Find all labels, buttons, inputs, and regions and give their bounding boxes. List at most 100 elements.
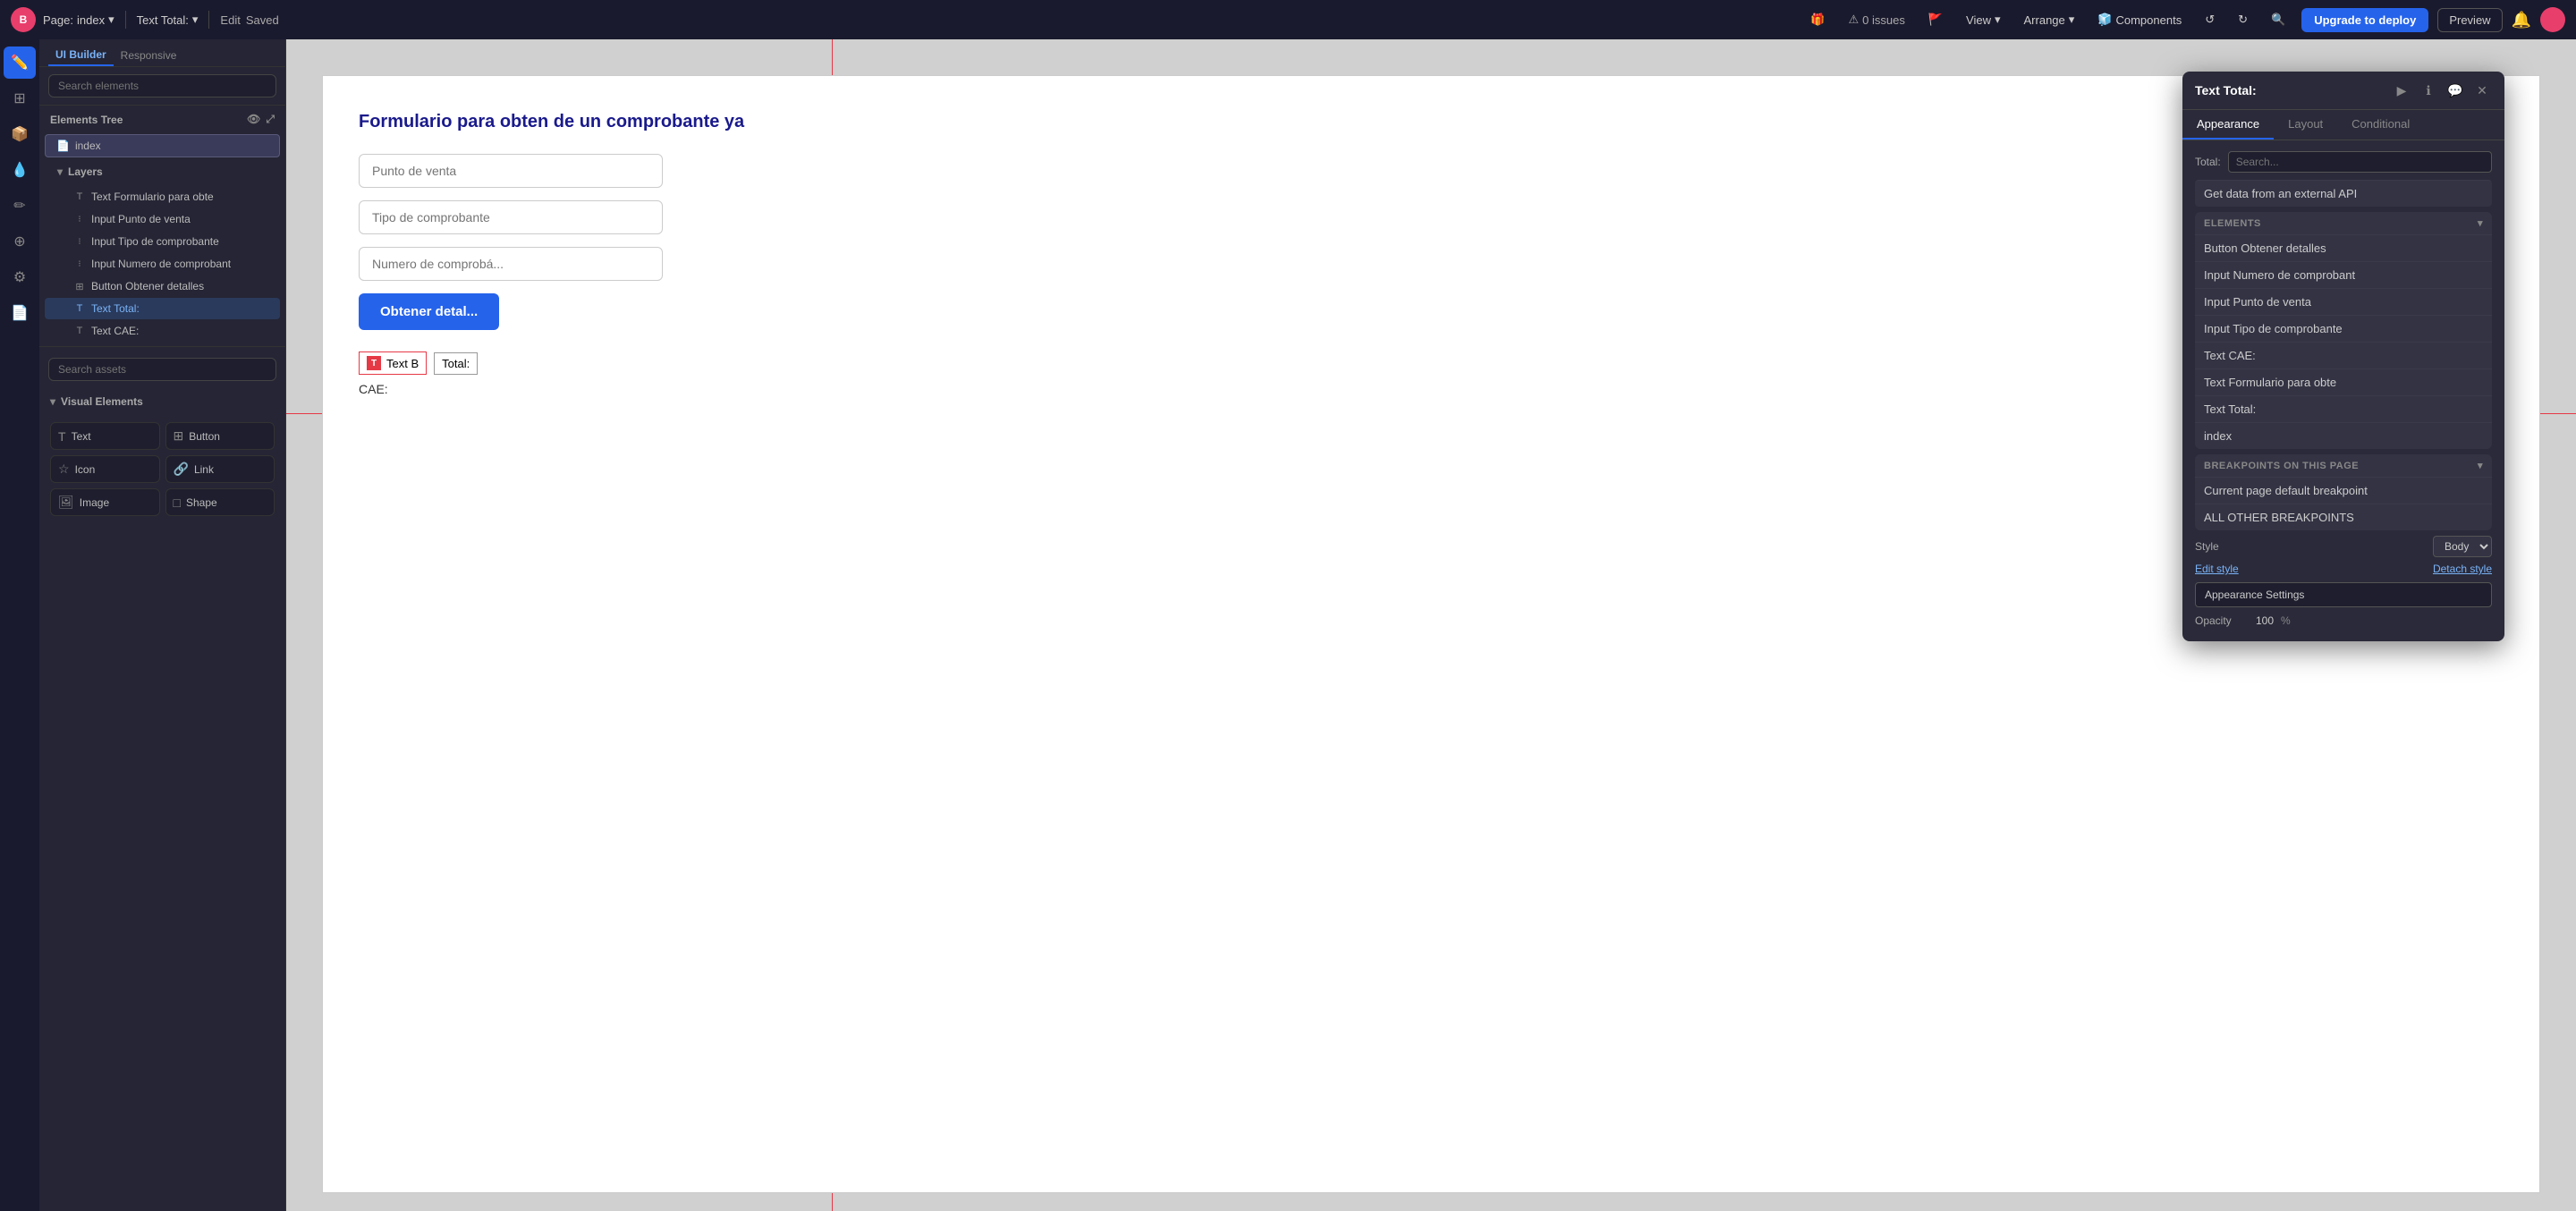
upgrade-button[interactable]: Upgrade to deploy [2301,8,2428,32]
canvas-input-numero[interactable] [359,247,663,281]
panel-body: Total: Get data from an external API ELE… [2182,140,2504,641]
panel-tabs: Appearance Layout Conditional [2182,110,2504,140]
page-file-icon: 📄 [56,140,70,152]
notification-icon[interactable]: 🔔 [2512,11,2531,30]
elements-tree-header: Elements Tree 👁 ⤢ [39,106,285,133]
visual-item-link-label: Link [194,463,214,476]
arrange-chevron-icon: ▾ [2069,13,2075,27]
draw-icon[interactable]: ✏ [4,190,36,222]
page-selector[interactable]: Page: index ▾ [43,13,114,27]
edit-style-link[interactable]: Edit style [2195,563,2239,575]
total-label-box: Total: [434,352,478,375]
bp-current-page[interactable]: Current page default breakpoint [2195,477,2492,504]
tree-item-text-total[interactable]: T Text Total: [45,298,280,319]
elements-section-label: ELEMENTS [2204,218,2261,229]
external-api-label: Get data from an external API [2204,187,2357,200]
visual-item-link[interactable]: 🔗 Link [165,455,275,483]
input-icon-2: ⁝ [73,235,86,248]
elem-text-formulario[interactable]: Text Formulario para obte [2195,368,2492,395]
text-total-panel: Text Total: ▶ ℹ 💬 ✕ Appearance Layout Co… [2182,72,2504,641]
visual-item-image[interactable]: 🖼 Image [50,488,160,516]
search-assets-input[interactable] [48,358,276,381]
flag-button[interactable]: 🚩 [1921,9,1950,30]
layers-section-header[interactable]: ▾ Layers [39,158,285,185]
elem-input-numero[interactable]: Input Numero de comprobant [2195,261,2492,288]
expand-icon[interactable]: ⤢ [266,113,275,126]
total-row-label: Total: [2195,156,2221,168]
comment-icon[interactable]: 💬 [2445,80,2465,100]
tree-item-text-cae[interactable]: T Text CAE: [45,320,280,342]
components-button[interactable]: 🧊 Components [2090,9,2189,30]
arrange-button[interactable]: Arrange ▾ [2017,9,2082,30]
tab-layout[interactable]: Layout [2274,110,2337,140]
elements-section-chevron: ▾ [2478,217,2483,229]
bp-all-other[interactable]: ALL OTHER BREAKPOINTS [2195,504,2492,530]
issues-button[interactable]: ⚠ 0 issues [1841,9,1911,30]
tab-ui-builder[interactable]: UI Builder [48,45,114,66]
total-search-input[interactable] [2228,151,2492,173]
tree-item-text-formulario[interactable]: T Text Formulario para obte [45,186,280,207]
external-api-item[interactable]: Get data from an external API [2195,180,2492,207]
docs-icon[interactable]: 📄 [4,297,36,329]
search-elements-input[interactable] [48,74,276,97]
elements-tree-label: Elements Tree [50,114,123,126]
canvas-input-tipo[interactable] [359,200,663,234]
tree-item-input-punto[interactable]: ⁝ Input Punto de venta [45,208,280,230]
breakpoints-section-chevron: ▾ [2478,460,2483,471]
visual-item-shape[interactable]: □ Shape [165,488,275,516]
redo-button[interactable]: ↻ [2231,9,2255,30]
elem-text-cae[interactable]: Text CAE: [2195,342,2492,368]
left-panel: UI Builder Responsive Elements Tree 👁 ⤢ … [39,39,286,1211]
icon-visual-icon: ☆ [58,462,70,477]
tab-conditional[interactable]: Conditional [2337,110,2424,140]
style-icon[interactable]: 💧 [4,154,36,186]
appearance-settings-button[interactable]: Appearance Settings [2195,582,2492,607]
visual-item-icon[interactable]: ☆ Icon [50,455,160,483]
preview-button[interactable]: Preview [2437,8,2502,32]
breakpoints-section-header[interactable]: BREAKPOINTS ON THIS PAGE ▾ [2195,454,2492,477]
link-visual-icon: 🔗 [174,462,189,477]
undo-button[interactable]: ↺ [2198,9,2222,30]
elem-input-tipo[interactable]: Input Tipo de comprobante [2195,315,2492,342]
visual-elements-chevron-icon: ▾ [50,395,55,408]
eye-icon[interactable]: 👁 [247,113,260,126]
plugin-icon[interactable]: ⊕ [4,225,36,258]
elem-text-total[interactable]: Text Total: [2195,395,2492,422]
tab-appearance[interactable]: Appearance [2182,110,2274,140]
button-visual-icon: ⊞ [174,428,184,444]
elem-button-obtener[interactable]: Button Obtener detalles [2195,234,2492,261]
tree-items-list: T Text Formulario para obte ⁝ Input Punt… [39,185,285,343]
avatar[interactable] [2540,7,2565,32]
play-icon[interactable]: ▶ [2392,80,2411,100]
canvas-input-punto[interactable] [359,154,663,188]
topbar-actions: 🎁 ⚠ 0 issues 🚩 View ▾ Arrange ▾ 🧊 Compon… [1803,7,2565,32]
visual-item-button[interactable]: ⊞ Button [165,422,275,450]
tree-item-input-tipo[interactable]: ⁝ Input Tipo de comprobante [45,231,280,252]
elem-input-punto[interactable]: Input Punto de venta [2195,288,2492,315]
tree-item-button-obtener[interactable]: ⊞ Button Obtener detalles [45,275,280,297]
close-icon[interactable]: ✕ [2472,80,2492,100]
search-button[interactable]: 🔍 [2264,9,2292,30]
body-style-select[interactable]: Body [2433,536,2492,557]
tree-item-input-numero[interactable]: ⁝ Input Numero de comprobant [45,253,280,275]
detach-style-link[interactable]: Detach style [2433,563,2492,575]
gift-button[interactable]: 🎁 [1803,9,1832,30]
tab-responsive[interactable]: Responsive [114,45,184,66]
elem-index[interactable]: index [2195,422,2492,449]
tree-item-index[interactable]: 📄 index [45,134,280,157]
elements-section-header[interactable]: ELEMENTS ▾ [2195,212,2492,234]
visual-elements-header[interactable]: ▾ Visual Elements [39,388,285,415]
edit-section: Edit Saved [220,13,278,27]
ui-builder-icon[interactable]: ✏️ [4,47,36,79]
visual-item-text[interactable]: T Text [50,422,160,450]
grid-icon[interactable]: ⊞ [4,82,36,114]
settings-icon[interactable]: ⚙ [4,261,36,293]
opacity-value: 100 [2256,614,2274,627]
obtain-btn[interactable]: Obtener detal... [359,293,499,330]
view-button[interactable]: View ▾ [1959,9,2007,30]
visual-elements-grid: T Text ⊞ Button ☆ Icon 🔗 Link 🖼 Image □ … [39,415,285,523]
text-total-selector[interactable]: Text Total: ▾ [137,13,199,27]
text-icon-2: T [73,302,86,315]
data-icon[interactable]: 📦 [4,118,36,150]
info-icon[interactable]: ℹ [2419,80,2438,100]
